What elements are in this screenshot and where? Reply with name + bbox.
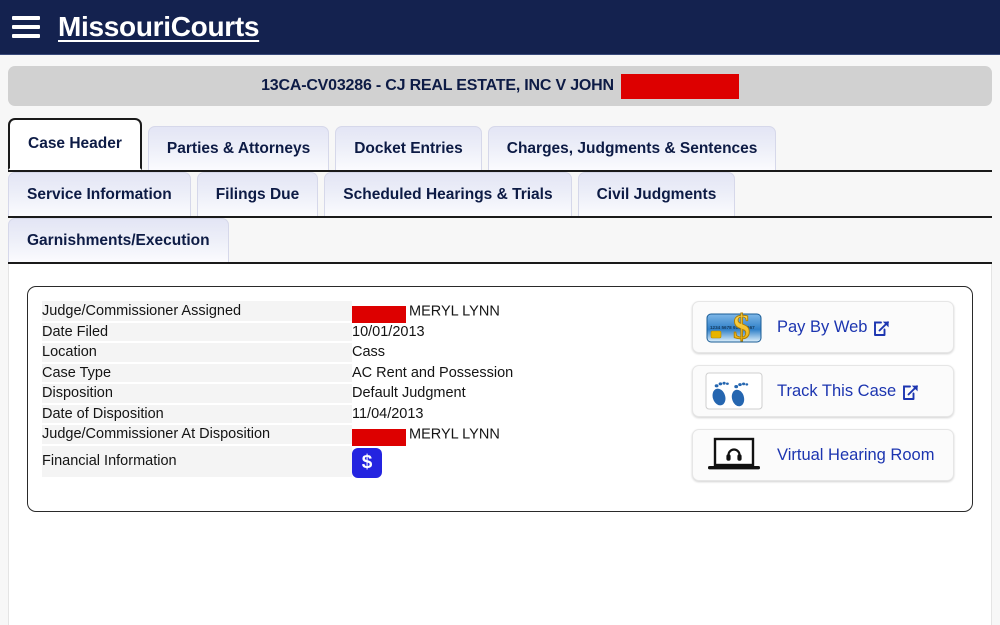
row-value: MERYL LYNN (352, 424, 672, 446)
tab-service-information[interactable]: Service Information (8, 172, 191, 216)
row-label: Location (42, 342, 352, 364)
table-row: Date Filed 10/01/2013 (42, 321, 672, 343)
redacted-judge-name (352, 305, 406, 323)
external-link-icon (873, 320, 890, 337)
row-label: Date of Disposition (42, 403, 352, 425)
credit-card-dollar-icon: 1234 5678 9103 4567 $ (703, 307, 765, 347)
laptop-headphones-icon (703, 435, 765, 475)
tab-label: Parties & Attorneys (166, 139, 311, 157)
tab-label: Service Information (27, 185, 172, 203)
case-detail-column: Judge/Commissioner Assigned MERYL LYNN D… (42, 299, 672, 499)
row-value: MERYL LYNN (352, 301, 672, 323)
tab-docket-entries[interactable]: Docket Entries (335, 126, 482, 170)
tab-scheduled-hearings-trials[interactable]: Scheduled Hearings & Trials (324, 172, 572, 216)
table-row: Financial Information $ (42, 444, 672, 479)
action-label-text: Track This Case (777, 381, 897, 400)
case-title-bar: 13CA-CV03286 - CJ REAL ESTATE, INC V JOH… (8, 66, 992, 106)
row-value: $ (352, 445, 672, 478)
tab-bar: Case Header Parties & Attorneys Docket E… (8, 118, 992, 264)
tab-label: Docket Entries (354, 139, 463, 157)
tab-label: Filings Due (215, 185, 300, 203)
row-label: Judge/Commissioner At Disposition (42, 424, 352, 446)
tab-label: Scheduled Hearings & Trials (343, 185, 553, 203)
row-label: Judge/Commissioner Assigned (42, 301, 352, 323)
tab-case-header[interactable]: Case Header (8, 118, 142, 170)
row-value: 10/01/2013 (352, 323, 425, 340)
row-value-text: MERYL LYNN (409, 303, 500, 320)
pay-by-web-label: Pay By Web (777, 318, 890, 337)
case-header-card: Judge/Commissioner Assigned MERYL LYNN D… (27, 286, 973, 512)
hamburger-bar (12, 34, 40, 38)
brand-logo-link[interactable]: MissouriCourts (58, 11, 259, 43)
hamburger-bar (12, 25, 40, 29)
action-label-text: Virtual Hearing Room (777, 445, 935, 464)
tab-civil-judgments[interactable]: Civil Judgments (577, 172, 736, 216)
page-body: 13CA-CV03286 - CJ REAL ESTATE, INC V JOH… (0, 66, 1000, 625)
case-header-table: Judge/Commissioner Assigned MERYL LYNN D… (42, 301, 672, 479)
tab-row-2: Service Information Filings Due Schedule… (8, 172, 992, 216)
table-row: Judge/Commissioner At Disposition MERYL … (42, 424, 672, 446)
hamburger-bar (12, 16, 40, 20)
table-row: Judge/Commissioner Assigned MERYL LYNN (42, 301, 672, 323)
pay-by-web-button[interactable]: 1234 5678 9103 4567 $ Pay By Web (692, 301, 954, 353)
row-label: Financial Information (42, 444, 352, 479)
redacted-party-name (620, 73, 739, 99)
tab-row-3-divider (8, 262, 992, 264)
row-value-text: MERYL LYNN (409, 426, 500, 443)
case-title-text: 13CA-CV03286 - CJ REAL ESTATE, INC V JOH… (261, 77, 614, 94)
row-value: AC Rent and Possession (352, 364, 514, 381)
table-row: Disposition Default Judgment (42, 383, 672, 405)
page-title: 13CA-CV03286 - CJ REAL ESTATE, INC V JOH… (261, 73, 739, 99)
row-value: Default Judgment (352, 385, 466, 402)
tab-label: Garnishments/Execution (27, 231, 210, 249)
case-actions-column: 1234 5678 9103 4567 $ Pay By Web Track T… (682, 299, 958, 499)
tab-row-1: Case Header Parties & Attorneys Docket E… (8, 118, 992, 170)
external-link-icon (902, 384, 919, 401)
row-value: 11/04/2013 (352, 405, 424, 422)
table-row: Date of Disposition 11/04/2013 (42, 403, 672, 425)
virtual-hearing-room-button[interactable]: Virtual Hearing Room (692, 429, 954, 481)
tab-row-3: Garnishments/Execution (8, 218, 992, 262)
top-navbar: MissouriCourts (0, 0, 1000, 55)
tab-filings-due[interactable]: Filings Due (196, 172, 319, 216)
table-row: Location Cass (42, 342, 672, 364)
table-row: Case Type AC Rent and Possession (42, 362, 672, 384)
row-label: Case Type (42, 362, 352, 384)
hamburger-icon[interactable] (12, 14, 42, 40)
virtual-hearing-room-label: Virtual Hearing Room (777, 446, 934, 465)
tab-charges-judgments-sentences[interactable]: Charges, Judgments & Sentences (487, 126, 777, 170)
tab-label: Case Header (28, 135, 122, 152)
tab-label: Charges, Judgments & Sentences (506, 139, 758, 157)
track-this-case-label: Track This Case (777, 382, 919, 401)
track-this-case-button[interactable]: Track This Case (692, 365, 954, 417)
redacted-judge-name (352, 428, 406, 446)
tab-parties-attorneys[interactable]: Parties & Attorneys (147, 126, 330, 170)
footprints-icon (703, 371, 765, 411)
row-label: Date Filed (42, 321, 352, 343)
tab-content-panel: Judge/Commissioner Assigned MERYL LYNN D… (8, 264, 992, 625)
svg-text:$: $ (733, 309, 750, 347)
tab-garnishments-execution[interactable]: Garnishments/Execution (8, 218, 229, 262)
tab-label: Civil Judgments (596, 185, 717, 203)
action-label-text: Pay By Web (777, 317, 868, 336)
row-label: Disposition (42, 383, 352, 405)
financial-information-button[interactable]: $ (352, 447, 382, 478)
row-value: Cass (352, 344, 386, 361)
